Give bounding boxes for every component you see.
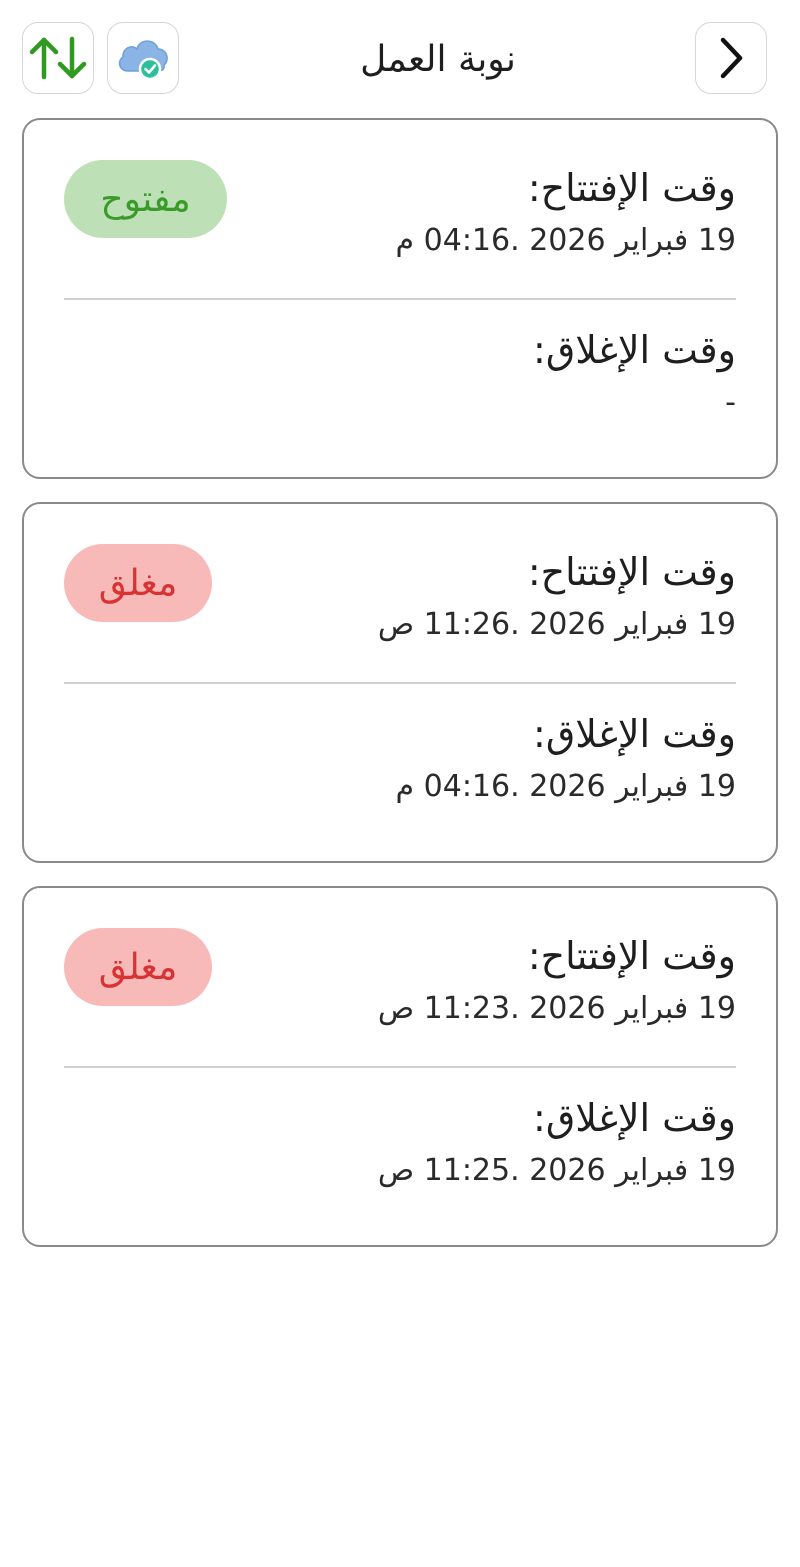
closing-time-label: وقت الإغلاق: xyxy=(533,328,736,372)
shift-card[interactable]: وقت الإفتتاح: 19 فبراير 2026 .11:26 ص وق… xyxy=(22,502,778,863)
page-title: نوبة العمل xyxy=(360,39,516,80)
opening-time-value: 19 فبراير 2026 .11:26 ص xyxy=(377,607,736,642)
closing-time-value: 19 فبراير 2026 .04:16 م xyxy=(395,769,736,804)
opening-time-label: وقت الإفتتاح: xyxy=(527,934,736,978)
sync-status-button[interactable] xyxy=(107,22,179,94)
opening-section: وقت الإفتتاح: 19 فبراير 2026 .11:23 ص xyxy=(176,928,736,1032)
closing-section: وقت الإغلاق: 19 فبراير 2026 .11:25 ص xyxy=(176,1090,736,1194)
opening-section: وقت الإفتتاح: 19 فبراير 2026 .04:16 م xyxy=(176,160,736,264)
opening-section: وقت الإفتتاح: 19 فبراير 2026 .11:26 ص xyxy=(176,544,736,648)
opening-time-label: وقت الإفتتاح: xyxy=(527,166,736,210)
closing-section: وقت الإغلاق: 19 فبراير 2026 .04:16 م xyxy=(176,706,736,810)
closing-time-label: وقت الإغلاق: xyxy=(533,712,736,756)
sort-button[interactable] xyxy=(22,22,94,94)
back-button[interactable] xyxy=(695,22,767,94)
shift-card[interactable]: وقت الإفتتاح: 19 فبراير 2026 .04:16 م وق… xyxy=(22,118,778,479)
status-badge: مغلق xyxy=(64,928,212,1006)
closing-section: وقت الإغلاق: - xyxy=(176,322,736,426)
app-header: نوبة العمل xyxy=(0,0,800,118)
divider xyxy=(64,682,736,684)
sort-up-down-icon xyxy=(29,36,87,80)
divider xyxy=(64,1066,736,1068)
closing-time-value: 19 فبراير 2026 .11:25 ص xyxy=(377,1153,736,1188)
shift-card[interactable]: وقت الإفتتاح: 19 فبراير 2026 .11:23 ص وق… xyxy=(22,886,778,1247)
status-badge: مغلق xyxy=(64,544,212,622)
opening-time-value: 19 فبراير 2026 .11:23 ص xyxy=(377,991,736,1026)
cloud-synced-icon xyxy=(118,40,168,81)
closing-time-value: - xyxy=(725,385,736,420)
opening-time-value: 19 فبراير 2026 .04:16 م xyxy=(395,223,736,258)
status-badge: مفتوح xyxy=(64,160,227,238)
divider xyxy=(64,298,736,300)
closing-time-label: وقت الإغلاق: xyxy=(533,1096,736,1140)
opening-time-label: وقت الإفتتاح: xyxy=(527,550,736,594)
chevron-right-icon xyxy=(720,37,743,79)
